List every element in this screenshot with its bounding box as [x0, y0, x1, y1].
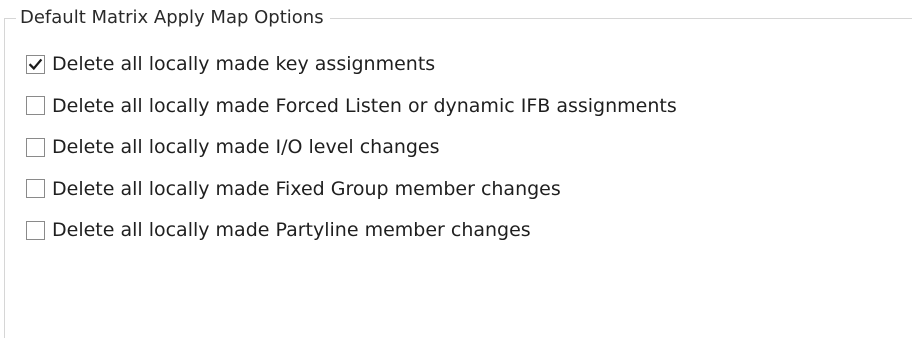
option-delete-io-level-changes[interactable]: Delete all locally made I/O level change…: [26, 135, 677, 159]
groupbox-title: Default Matrix Apply Map Options: [16, 6, 330, 30]
checkbox-delete-fixed-group-changes[interactable]: [26, 179, 45, 198]
option-label: Delete all locally made key assignments: [52, 53, 436, 75]
checkbox-delete-forced-listen-ifb[interactable]: [26, 96, 45, 115]
option-label: Delete all locally made I/O level change…: [52, 136, 440, 158]
checkmark-icon: [28, 58, 43, 70]
option-label: Delete all locally made Partyline member…: [52, 219, 531, 241]
option-label: Delete all locally made Forced Listen or…: [52, 94, 677, 117]
option-delete-key-assignments[interactable]: Delete all locally made key assignments: [26, 52, 677, 76]
option-delete-fixed-group-changes[interactable]: Delete all locally made Fixed Group memb…: [26, 177, 677, 201]
options-list: Delete all locally made key assignments …: [26, 52, 677, 260]
checkbox-delete-key-assignments[interactable]: [26, 54, 45, 74]
option-label: Delete all locally made Fixed Group memb…: [52, 177, 561, 200]
option-delete-partyline-changes[interactable]: Delete all locally made Partyline member…: [26, 218, 677, 242]
checkbox-delete-partyline-changes[interactable]: [26, 220, 45, 240]
option-delete-forced-listen-ifb[interactable]: Delete all locally made Forced Listen or…: [26, 94, 677, 118]
checkbox-delete-io-level-changes[interactable]: [26, 137, 45, 157]
